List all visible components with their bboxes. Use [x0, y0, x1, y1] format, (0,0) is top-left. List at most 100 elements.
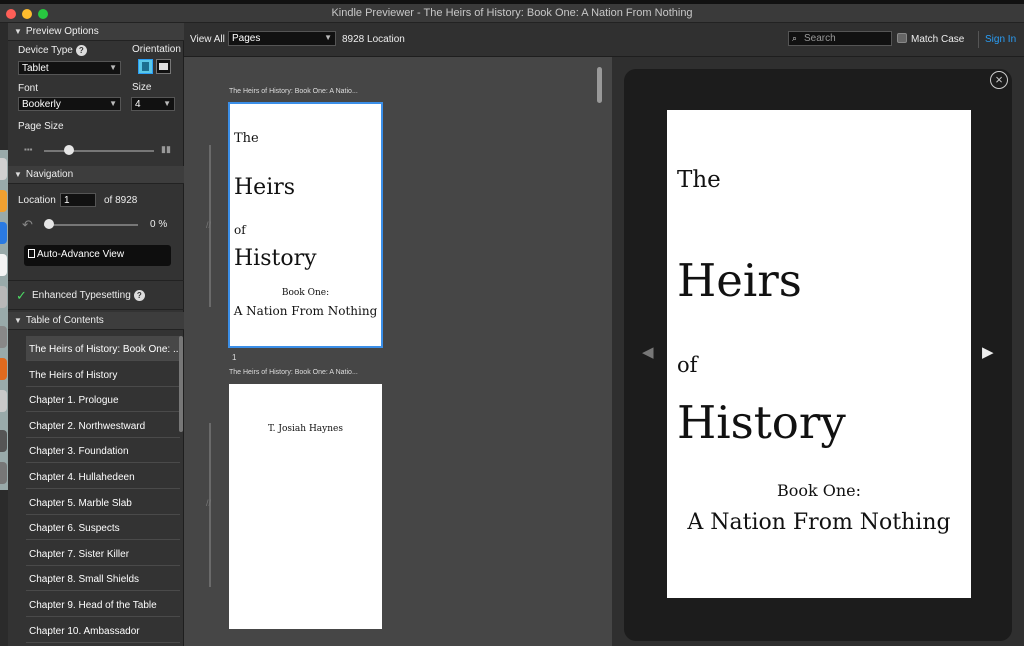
- dock-app-icon[interactable]: [0, 326, 7, 348]
- device-type-label: Device Type?: [18, 45, 87, 56]
- back-arrow-icon[interactable]: ↶: [22, 217, 33, 233]
- dock-app-icon[interactable]: [0, 222, 7, 244]
- large-page-icon: ▮▮: [161, 144, 171, 154]
- disclosure-down-icon: ▼: [14, 316, 22, 325]
- toc-item[interactable]: Chapter 4. Hullahedeen: [26, 464, 180, 489]
- toc-item[interactable]: Chapter 10. Ambassador: [26, 618, 180, 643]
- dock-app-icon[interactable]: [0, 390, 7, 412]
- device-frame: × ◀ ▶ The Heirs of History Book One: A N…: [624, 69, 1012, 641]
- previous-page-arrow-icon[interactable]: ◀: [642, 343, 654, 361]
- thumbnail-panel: The Heirs of History: Book One: A Natio.…: [184, 57, 612, 646]
- thumb-title-line: of: [234, 223, 246, 237]
- table-of-contents-header[interactable]: ▼ Table of Contents: [8, 312, 184, 330]
- device-type-select[interactable]: Tablet ▼: [18, 61, 121, 75]
- thumb-title-line: History: [234, 246, 317, 271]
- dock-app-icon[interactable]: [0, 286, 7, 308]
- thumb-subtitle-line: A Nation From Nothing: [233, 304, 378, 318]
- view-mode-select[interactable]: Pages ▼: [228, 31, 336, 46]
- orientation-label: Orientation: [132, 44, 181, 55]
- toc-item[interactable]: Chapter 7. Sister Killer: [26, 541, 180, 566]
- thumbnail-page-1[interactable]: The Heirs of History Book One: A Nation …: [228, 102, 383, 348]
- search-input[interactable]: ⌕ Search: [788, 31, 892, 46]
- toc-scrollbar[interactable]: [179, 336, 183, 432]
- preview-panel: × ◀ ▶ The Heirs of History Book One: A N…: [612, 57, 1024, 646]
- thumb-title-line: Heirs: [234, 175, 296, 200]
- sidebar: ▼ Preview Options Device Type? Orientatio…: [8, 23, 184, 646]
- preview-options-header[interactable]: ▼ Preview Options: [8, 23, 184, 41]
- navigation-header[interactable]: ▼ Navigation: [8, 166, 184, 184]
- thumb-author-line: T. Josiah Haynes: [268, 424, 343, 434]
- match-case-label: Match Case: [911, 34, 965, 45]
- search-placeholder: Search: [804, 33, 836, 44]
- view-all-label: View All: [190, 34, 225, 45]
- match-case-checkbox[interactable]: [897, 33, 907, 43]
- toc-item[interactable]: Chapter 1. Prologue: [26, 387, 180, 413]
- toc-item[interactable]: The Heirs of History: [26, 362, 180, 387]
- chevron-down-icon: ▼: [109, 99, 117, 108]
- location-slider-track[interactable]: [44, 224, 138, 226]
- dock-app-icon[interactable]: [0, 430, 7, 452]
- toc-item[interactable]: Chapter 5. Marble Slab: [26, 490, 180, 515]
- chevron-down-icon: ▼: [324, 33, 332, 42]
- preview-subtitle-line: Book One:: [776, 481, 862, 500]
- toc-item[interactable]: The Heirs of History: Book One: ...: [26, 336, 180, 361]
- thumb-title-line: The: [234, 131, 259, 146]
- split-marker-icon: //: [206, 220, 212, 230]
- dock-app-icon[interactable]: [0, 462, 7, 484]
- dock-app-icon[interactable]: [0, 190, 7, 212]
- toc-item[interactable]: Chapter 6. Suspects: [26, 515, 180, 541]
- location-label: Location: [18, 195, 56, 206]
- small-page-icon: ▪▪▪: [24, 145, 33, 154]
- toc-item[interactable]: Chapter 2. Northwestward: [26, 413, 180, 438]
- landscape-orientation-button[interactable]: [156, 59, 171, 74]
- dock-app-icon[interactable]: [0, 358, 7, 380]
- preview-title-line: of: [677, 353, 698, 377]
- disclosure-down-icon: ▼: [14, 27, 22, 36]
- thumb-subtitle-line: Book One:: [281, 288, 330, 298]
- help-icon[interactable]: ?: [133, 290, 145, 301]
- page-size-slider-track[interactable]: [44, 150, 154, 152]
- toc-item[interactable]: Chapter 9. Head of the Table: [26, 592, 180, 617]
- split-marker-icon: //: [206, 498, 212, 508]
- thumbnail-caption: The Heirs of History: Book One: A Natio.…: [229, 88, 358, 95]
- dock-app-icon[interactable]: [0, 254, 7, 276]
- toc-item[interactable]: Chapter 8. Small Shields: [26, 566, 180, 592]
- toolbar-divider: [978, 31, 979, 48]
- search-icon: ⌕: [792, 33, 798, 43]
- preview-page: The Heirs of History Book One: A Nation …: [667, 110, 971, 598]
- font-label: Font: [18, 83, 39, 94]
- disclosure-down-icon: ▼: [14, 170, 22, 179]
- font-select[interactable]: Bookerly ▼: [18, 97, 121, 111]
- size-select[interactable]: 4 ▼: [131, 97, 175, 111]
- preview-title-line: The: [677, 167, 721, 193]
- location-slider-knob[interactable]: [44, 219, 54, 229]
- help-icon[interactable]: ?: [75, 45, 87, 56]
- thumbnail-page-2[interactable]: T. Josiah Haynes: [229, 384, 382, 629]
- portrait-orientation-button[interactable]: [138, 59, 153, 74]
- thumbnail-page-number: 1: [232, 353, 237, 362]
- toc-item[interactable]: Chapter 3. Foundation: [26, 438, 180, 464]
- location-total: of 8928: [104, 195, 138, 206]
- enhanced-typesetting-row: ✓ Enhanced Typesetting?: [8, 280, 184, 310]
- location-input[interactable]: 1: [60, 193, 96, 207]
- progress-percent: 0 %: [150, 219, 168, 230]
- window-title: Kindle Previewer - The Heirs of History:…: [331, 7, 693, 19]
- enhanced-typesetting-label: Enhanced Typesetting?: [32, 290, 145, 301]
- sign-in-link[interactable]: Sign In: [985, 34, 1016, 45]
- chevron-down-icon: ▼: [163, 99, 171, 108]
- title-bar: Kindle Previewer - The Heirs of History:…: [0, 4, 1024, 23]
- location-count: 8928 Location: [342, 34, 405, 45]
- dock-edge: [0, 150, 8, 490]
- close-preview-icon[interactable]: ×: [990, 71, 1008, 89]
- dock-app-icon[interactable]: [0, 158, 7, 180]
- device-icon: [28, 249, 35, 258]
- next-page-arrow-icon[interactable]: ▶: [982, 343, 994, 361]
- landscape-icon: [159, 63, 168, 70]
- preview-title-line: Heirs: [677, 254, 802, 307]
- page-size-slider-knob[interactable]: [64, 145, 74, 155]
- thumbnail-scrollbar[interactable]: [597, 67, 602, 103]
- checkmark-icon: ✓: [16, 288, 27, 303]
- size-label: Size: [132, 82, 152, 93]
- page-size-label: Page Size: [18, 121, 64, 132]
- auto-advance-view-button[interactable]: Auto-Advance View: [24, 245, 171, 266]
